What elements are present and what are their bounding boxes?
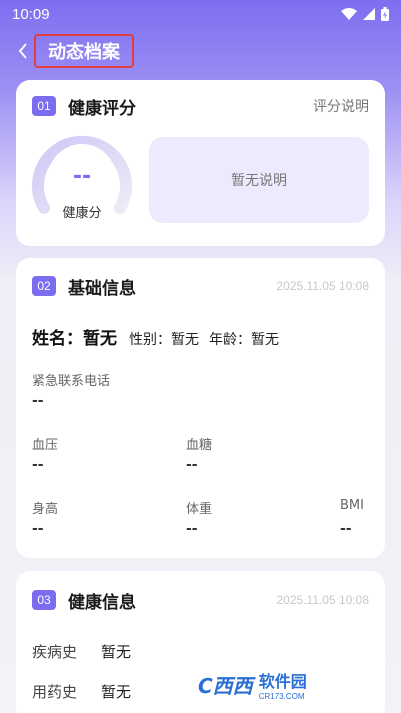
age-value: 暂无 xyxy=(251,332,279,348)
section-number-badge: 01 xyxy=(32,96,56,116)
medication-history-value: 暂无 xyxy=(101,683,132,701)
blood-sugar-value: -- xyxy=(186,457,198,473)
section-title: 健康评分 xyxy=(68,98,136,119)
identity-line: 姓名： 暂无 性别： 暂无 年龄： 暂无 xyxy=(32,324,279,349)
gender-value: 暂无 xyxy=(171,332,199,348)
status-time: 10:09 xyxy=(12,5,50,23)
header: 动态档案 xyxy=(0,28,401,74)
battery-icon xyxy=(381,7,389,21)
card-header: 01 健康评分 评分说明 xyxy=(16,80,385,132)
height-value: -- xyxy=(32,521,44,537)
status-bar: 10:09 xyxy=(0,0,401,28)
signal-icon xyxy=(363,8,375,20)
basic-info-card: 02 基础信息 2025.11.05 10:08 姓名： 暂无 性别： 暂无 年… xyxy=(16,258,385,558)
section-title: 基础信息 xyxy=(68,278,136,299)
watermark-logo: C西西 xyxy=(198,673,253,698)
gender-label: 性别： xyxy=(129,332,171,348)
weight-label: 体重 xyxy=(186,502,213,517)
age-label: 年龄： xyxy=(209,332,251,348)
section-title: 健康信息 xyxy=(68,592,136,613)
section-number-badge: 03 xyxy=(32,590,56,610)
score-description: 暂无说明 xyxy=(149,137,369,223)
watermark-sub: CR173.COM xyxy=(258,691,305,701)
health-score-card: 01 健康评分 评分说明 -- 健康分 暂无说明 xyxy=(16,80,385,246)
chevron-left-icon xyxy=(18,43,27,59)
name-value: 暂无 xyxy=(83,329,117,349)
score-value: -- xyxy=(72,164,92,189)
height-label: 身高 xyxy=(32,502,59,517)
disease-history-label: 疾病史 xyxy=(32,643,78,661)
blood-pressure-label: 血压 xyxy=(32,438,59,453)
wifi-icon xyxy=(341,8,357,20)
blood-pressure-value: -- xyxy=(32,457,44,473)
card-header: 02 基础信息 2025.11.05 10:08 xyxy=(16,258,385,314)
update-date: 2025.11.05 10:08 xyxy=(276,593,369,607)
section-number-badge: 02 xyxy=(32,276,56,296)
emergency-phone-value: -- xyxy=(32,393,44,409)
score-label: 健康分 xyxy=(62,206,102,221)
status-icons xyxy=(341,7,389,21)
score-explanation-link[interactable]: 评分说明 xyxy=(313,96,369,116)
bmi-value: -- xyxy=(340,521,352,537)
score-gauge: -- 健康分 xyxy=(30,130,134,221)
bmi-label: BMI xyxy=(340,498,364,513)
emergency-phone-label: 紧急联系电话 xyxy=(32,374,111,389)
card-header: 03 健康信息 2025.11.05 10:08 xyxy=(16,571,385,629)
disease-history-value: 暂无 xyxy=(101,643,132,661)
watermark: C西西 软件园 CR173.COM xyxy=(198,661,388,707)
weight-value: -- xyxy=(186,521,198,537)
medication-history-label: 用药史 xyxy=(32,683,78,701)
page-title: 动态档案 xyxy=(34,34,134,68)
name-label: 姓名： xyxy=(32,329,83,349)
update-date: 2025.11.05 10:08 xyxy=(276,279,369,293)
blood-sugar-label: 血糖 xyxy=(186,438,213,453)
watermark-text: 软件园 xyxy=(258,671,307,691)
